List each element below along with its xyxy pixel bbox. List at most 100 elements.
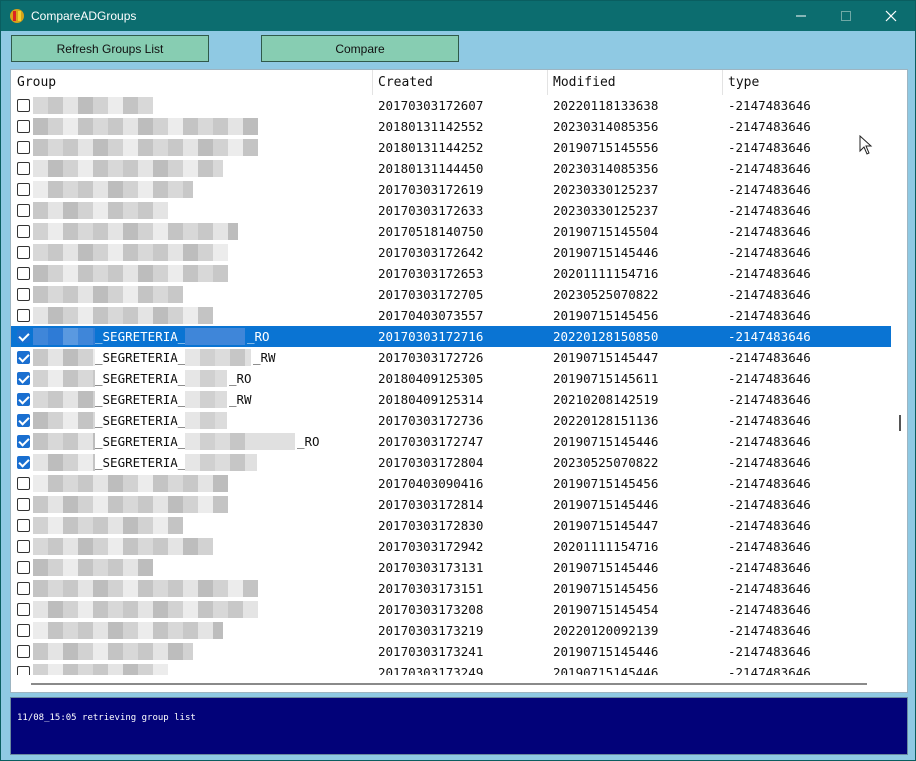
type-cell: -2147483646 [728, 119, 811, 134]
row-checkbox[interactable] [17, 435, 30, 448]
table-row[interactable]: 20170303172642 20190715145446 -2147483646 [11, 242, 891, 263]
redacted-group-name [33, 202, 168, 219]
group-suffix: _RO [297, 434, 320, 449]
type-cell: -2147483646 [728, 329, 811, 344]
minimize-button[interactable] [778, 1, 824, 31]
column-header-group[interactable]: Group [11, 70, 56, 95]
groups-list[interactable]: Group Created Modified type 201703031726… [10, 69, 908, 693]
redacted-group-name [33, 580, 258, 597]
table-row[interactable]: 20170303173219 20220120092139 -2147483646 [11, 620, 891, 641]
row-checkbox[interactable] [17, 666, 30, 675]
modified-cell: 20190715145446 [553, 245, 659, 260]
row-checkbox[interactable] [17, 603, 30, 616]
table-row[interactable]: 20170303173131 20190715145446 -2147483646 [11, 557, 891, 578]
redacted-group-name [185, 370, 227, 387]
column-header-modified[interactable]: Modified [547, 70, 616, 95]
modified-cell: 20230314085356 [553, 161, 659, 176]
table-row[interactable]: _SEGRETERIA_ _RO 20180409125305 20190715145… [11, 368, 891, 389]
row-checkbox[interactable] [17, 561, 30, 574]
table-row[interactable]: _SEGRETERIA_ _RW 20170303172726 20190715145… [11, 347, 891, 368]
row-checkbox[interactable] [17, 141, 30, 154]
table-row[interactable]: 20170518140750 20190715145504 -2147483646 [11, 221, 891, 242]
row-checkbox[interactable] [17, 330, 30, 343]
row-checkbox[interactable] [17, 309, 30, 322]
row-checkbox[interactable] [17, 372, 30, 385]
type-cell: -2147483646 [728, 518, 811, 533]
title-bar[interactable]: CompareADGroups [1, 1, 915, 31]
redacted-group-name [33, 496, 228, 513]
maximize-icon [841, 11, 851, 21]
table-row[interactable]: _SEGRETERIA_ 20170303172804 20230525070822… [11, 452, 891, 473]
created-cell: 20170303172705 [378, 287, 484, 302]
table-row[interactable]: 20180131144450 20230314085356 -2147483646 [11, 158, 891, 179]
row-checkbox[interactable] [17, 183, 30, 196]
redacted-group-name [185, 433, 295, 450]
table-row[interactable]: 20170303173151 20190715145456 -2147483646 [11, 578, 891, 599]
vertical-scrollbar-thumb[interactable] [899, 415, 901, 431]
compare-button[interactable]: Compare [261, 35, 459, 62]
column-header-created[interactable]: Created [372, 70, 433, 95]
created-cell: 20170303172653 [378, 266, 484, 281]
table-row[interactable]: 20170303172633 20230330125237 -2147483646 [11, 200, 891, 221]
row-checkbox[interactable] [17, 624, 30, 637]
created-cell: 20170303172619 [378, 182, 484, 197]
row-checkbox[interactable] [17, 582, 30, 595]
type-cell: -2147483646 [728, 350, 811, 365]
column-header-type[interactable]: type [722, 70, 759, 95]
row-checkbox[interactable] [17, 288, 30, 301]
close-button[interactable] [868, 1, 914, 31]
table-row[interactable]: 20180131144252 20190715145556 -2147483646 [11, 137, 891, 158]
row-checkbox[interactable] [17, 162, 30, 175]
refresh-groups-button[interactable]: Refresh Groups List [11, 35, 209, 62]
table-row[interactable]: 20170403073557 20190715145456 -2147483646 [11, 305, 891, 326]
type-cell: -2147483646 [728, 476, 811, 491]
row-checkbox[interactable] [17, 99, 30, 112]
table-row[interactable]: _SEGRETERIA_ _RO 20170303172716 20220128150… [11, 326, 891, 347]
table-row[interactable]: _SEGRETERIA_ _RW 20180409125314 20210208142… [11, 389, 891, 410]
row-checkbox[interactable] [17, 456, 30, 469]
table-row[interactable]: 20170303172607 20220118133638 -2147483646 [11, 95, 891, 116]
type-cell: -2147483646 [728, 539, 811, 554]
horizontal-scrollbar[interactable] [11, 675, 907, 692]
redacted-group-name [185, 328, 245, 345]
table-row[interactable]: 20170303172830 20190715145447 -2147483646 [11, 515, 891, 536]
table-row[interactable]: 20170303172619 20230330125237 -2147483646 [11, 179, 891, 200]
row-checkbox[interactable] [17, 477, 30, 490]
table-row[interactable]: 20170303172814 20190715145446 -2147483646 [11, 494, 891, 515]
table-row[interactable]: 20170303173249 20190715145446 -2147483646 [11, 662, 891, 675]
horizontal-scrollbar-thumb[interactable] [31, 683, 867, 685]
row-checkbox[interactable] [17, 498, 30, 511]
row-checkbox[interactable] [17, 351, 30, 364]
row-checkbox[interactable] [17, 267, 30, 280]
row-checkbox[interactable] [17, 204, 30, 217]
modified-cell: 20210208142519 [553, 392, 659, 407]
maximize-button[interactable] [823, 1, 869, 31]
group-name: _SEGRETERIA_ [95, 392, 186, 407]
modified-cell: 20190715145446 [553, 665, 659, 675]
created-cell: 20180131142552 [378, 119, 484, 134]
row-checkbox[interactable] [17, 519, 30, 532]
group-name: _SEGRETERIA_ [95, 434, 186, 449]
table-row[interactable]: 20170303172705 20230525070822 -2147483646 [11, 284, 891, 305]
created-cell: 20170303172830 [378, 518, 484, 533]
table-row[interactable]: 20170403090416 20190715145456 -2147483646 [11, 473, 891, 494]
row-checkbox[interactable] [17, 393, 30, 406]
row-checkbox[interactable] [17, 645, 30, 658]
row-checkbox[interactable] [17, 225, 30, 238]
row-checkbox[interactable] [17, 540, 30, 553]
redacted-group-name [33, 664, 168, 675]
table-row[interactable]: 20170303172653 20201111154716 -2147483646 [11, 263, 891, 284]
created-cell: 20170303172633 [378, 203, 484, 218]
table-row[interactable]: _SEGRETERIA_ 20170303172736 20220128151136… [11, 410, 891, 431]
row-checkbox[interactable] [17, 120, 30, 133]
table-row[interactable]: _SEGRETERIA_ _RO 20170303172747 20190715145… [11, 431, 891, 452]
table-row[interactable]: 20170303173241 20190715145446 -2147483646 [11, 641, 891, 662]
row-checkbox[interactable] [17, 246, 30, 259]
type-cell: -2147483646 [728, 602, 811, 617]
table-row[interactable]: 20180131142552 20230314085356 -2147483646 [11, 116, 891, 137]
table-row[interactable]: 20170303172942 20201111154716 -2147483646 [11, 536, 891, 557]
mouse-cursor-icon [859, 135, 873, 155]
redacted-group-name [33, 286, 183, 303]
row-checkbox[interactable] [17, 414, 30, 427]
table-row[interactable]: 20170303173208 20190715145454 -2147483646 [11, 599, 891, 620]
